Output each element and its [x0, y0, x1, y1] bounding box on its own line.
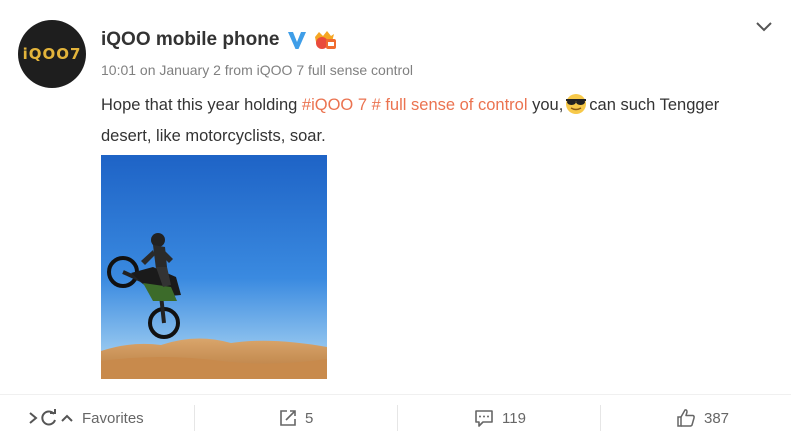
refresh-icon [41, 409, 56, 426]
thumbs-up-icon [677, 409, 695, 427]
post-text-part2: you, [527, 96, 564, 114]
like-count: 387 [704, 409, 730, 427]
post-text-part1: Hope that this year holding [101, 96, 302, 114]
post-photo[interactable] [101, 155, 327, 379]
verified-v-icon [288, 32, 307, 49]
avatar-logo-text: iQOO7 [22, 45, 82, 63]
member-badge-icon[interactable] [311, 29, 337, 51]
hashtag-link[interactable]: #iQOO 7 # full sense of control [302, 96, 528, 114]
comment-button[interactable]: 119 [474, 395, 526, 441]
author-name[interactable]: iQOO mobile phone [101, 29, 279, 51]
sunglasses-emoji-icon [566, 94, 587, 114]
action-separator [600, 405, 601, 431]
weibo-post-card: iQOO7 iQOO mobile phone 10:01 on January… [0, 0, 791, 441]
like-button[interactable]: 387 [676, 395, 729, 441]
action-separator [194, 405, 195, 431]
comment-icon [475, 410, 493, 427]
action-bar: Favorites 5 119 387 [0, 395, 791, 441]
action-separator [397, 405, 398, 431]
avatar[interactable]: iQOO7 [18, 20, 86, 88]
share-icon [280, 410, 296, 426]
repost-button[interactable]: 5 [279, 395, 313, 441]
repost-count: 5 [305, 409, 314, 427]
chevron-right-icon [29, 412, 38, 424]
author-row: iQOO mobile phone [101, 26, 337, 54]
favorites-label: Favorites [82, 409, 144, 427]
post-meta: 10:01 on January 2 from iQOO 7 full sens… [101, 62, 414, 78]
post-text: Hope that this year holding #iQOO 7 # fu… [101, 90, 761, 152]
favorite-button[interactable]: Favorites [28, 395, 144, 441]
chevron-down-icon[interactable] [755, 20, 773, 34]
motorcycle-desert-photo-icon [101, 155, 327, 379]
comment-count: 119 [502, 409, 526, 427]
chevron-up-icon [61, 414, 73, 422]
